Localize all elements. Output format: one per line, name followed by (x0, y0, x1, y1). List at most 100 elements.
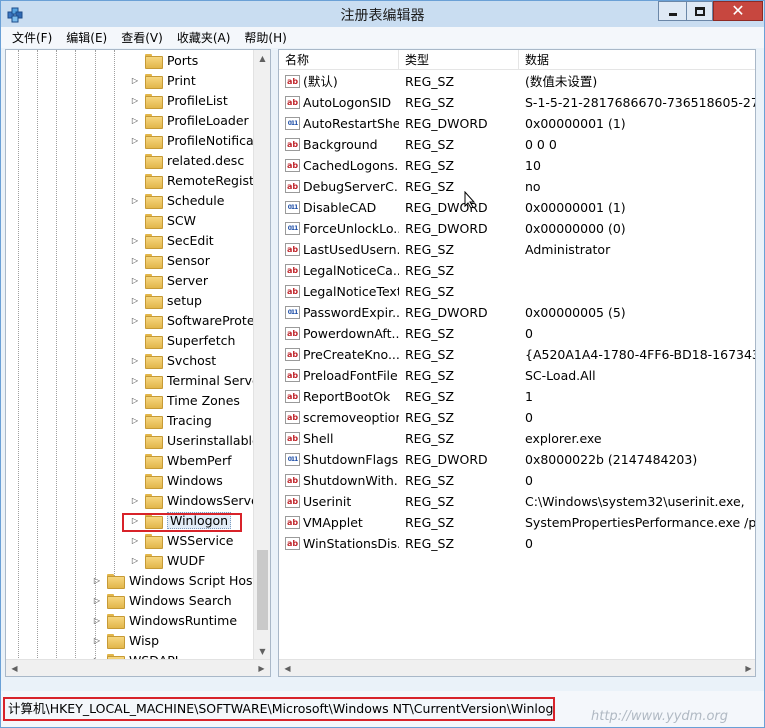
scroll-left-icon[interactable]: ◀ (6, 660, 23, 676)
tree-item[interactable]: ▷ WindowsServer (130, 490, 264, 510)
registry-tree[interactable]: ▷Ports▷Print▷ProfileList▷ProfileLoader▷P… (5, 49, 271, 677)
value-row[interactable]: ab Shell REG_SZ explorer.exe (279, 428, 755, 449)
menu-file[interactable]: 文件(F) (5, 29, 59, 46)
scroll-up-icon[interactable]: ▲ (254, 50, 270, 67)
expand-arrow-icon[interactable]: ▷ (130, 75, 140, 85)
tree-item[interactable]: ▷related.desc (130, 150, 244, 170)
value-row[interactable]: ab Background REG_SZ 0 0 0 (279, 134, 755, 155)
expand-arrow-icon[interactable]: ▷ (130, 275, 140, 285)
scroll-down-icon[interactable]: ▼ (254, 643, 270, 660)
close-button[interactable]: ✕ (713, 1, 763, 21)
tree-item[interactable]: ▷Windows (130, 470, 223, 490)
value-row[interactable]: ab ReportBootOk REG_SZ 1 (279, 386, 755, 407)
expand-arrow-icon[interactable]: ▷ (92, 595, 102, 605)
expand-arrow-icon[interactable]: ▷ (130, 235, 140, 245)
column-type[interactable]: 类型 (399, 50, 519, 70)
tree-item[interactable]: ▷ ProfileList (130, 90, 228, 110)
tree-item[interactable]: ▷ Terminal Server (130, 370, 265, 390)
maximize-button[interactable] (686, 1, 713, 21)
value-row[interactable]: ab scremoveoption REG_SZ 0 (279, 407, 755, 428)
minimize-button[interactable] (658, 1, 686, 21)
menu-edit[interactable]: 编辑(E) (59, 29, 114, 46)
expand-arrow-icon[interactable]: ▷ (130, 315, 140, 325)
tree-item[interactable]: ▷ WindowsRuntime (92, 610, 237, 630)
value-name-cell: 011 ForceUnlockLo... (285, 218, 399, 239)
tree-item[interactable]: ▷SCW (130, 210, 196, 230)
tree-scroll-thumb[interactable] (257, 550, 268, 630)
expand-arrow-icon[interactable]: ▷ (130, 355, 140, 365)
tree-item-label: WSService (167, 532, 234, 548)
expand-arrow-icon[interactable]: ▷ (92, 615, 102, 625)
value-row[interactable]: ab (默认) REG_SZ (数值未设置) (279, 71, 755, 92)
value-row[interactable]: ab PreloadFontFile REG_SZ SC-Load.All (279, 365, 755, 386)
tree-vertical-scrollbar[interactable]: ▲ ▼ (253, 50, 270, 660)
value-row[interactable]: ab DebugServerC... REG_SZ no (279, 176, 755, 197)
tree-horizontal-scrollbar[interactable]: ◀ ▶ (6, 659, 270, 676)
expand-arrow-icon[interactable]: ▷ (130, 495, 140, 505)
expand-arrow-icon[interactable]: ▷ (130, 255, 140, 265)
expand-arrow-icon[interactable]: ▷ (130, 555, 140, 565)
value-row[interactable]: ab VMApplet REG_SZ SystemPropertiesPerforma… (279, 512, 755, 533)
tree-item[interactable]: ▷ WUDF (130, 550, 205, 570)
tree-item[interactable]: ▷Superfetch (130, 330, 235, 350)
menu-help[interactable]: 帮助(H) (237, 29, 293, 46)
tree-item[interactable]: ▷ Svchost (130, 350, 216, 370)
expand-arrow-icon[interactable]: ▷ (130, 375, 140, 385)
value-row[interactable]: 011 ForceUnlockLo... REG_DWORD 0x00000000 (… (279, 218, 755, 239)
tree-item[interactable]: ▷ Tracing (130, 410, 212, 430)
menu-view[interactable]: 查看(V) (114, 29, 170, 46)
value-row[interactable]: ab ShutdownWith... REG_SZ 0 (279, 470, 755, 491)
expand-arrow-icon[interactable]: ▷ (130, 295, 140, 305)
list-horizontal-scrollbar[interactable]: ◀ ▶ (279, 659, 755, 676)
tree-item[interactable]: ▷Userinstallable. (130, 430, 264, 450)
scroll-right-icon[interactable]: ▶ (253, 660, 270, 676)
tree-item[interactable]: ▷ WSService (130, 530, 234, 550)
tree-item[interactable]: ▷ Server (130, 270, 208, 290)
value-row[interactable]: ab WinStationsDis... REG_SZ 0 (279, 533, 755, 554)
tree-item[interactable]: ▷ setup (130, 290, 202, 310)
expand-arrow-icon[interactable]: ▷ (130, 115, 140, 125)
value-row[interactable]: ab LegalNoticeCa... REG_SZ (279, 260, 755, 281)
scroll-right-icon[interactable]: ▶ (740, 660, 755, 676)
expand-arrow-icon[interactable]: ▷ (130, 395, 140, 405)
tree-item[interactable]: ▷ Time Zones (130, 390, 240, 410)
value-row[interactable]: 011 PasswordExpir... REG_DWORD 0x00000005 (… (279, 302, 755, 323)
scroll-left-icon[interactable]: ◀ (279, 660, 296, 676)
tree-item[interactable]: ▷ ProfileLoader (130, 110, 249, 130)
expand-arrow-icon[interactable]: ▷ (130, 95, 140, 105)
value-row[interactable]: ab LegalNoticeText REG_SZ (279, 281, 755, 302)
tree-item[interactable]: ▷ Print (130, 70, 196, 90)
tree-item[interactable]: ▷Ports (130, 50, 198, 70)
value-row[interactable]: ab PreCreateKno... REG_SZ {A520A1A4-1780-4F… (279, 344, 755, 365)
value-row[interactable]: ab LastUsedUsern... REG_SZ Administrator (279, 239, 755, 260)
tree-item[interactable]: ▷WbemPerf (130, 450, 231, 470)
expand-arrow-icon[interactable]: ▷ (130, 135, 140, 145)
value-row[interactable]: ab PowerdownAft... REG_SZ 0 (279, 323, 755, 344)
expand-arrow-icon[interactable]: ▷ (130, 535, 140, 545)
value-row[interactable]: 011 DisableCAD REG_DWORD 0x00000001 (1) (279, 197, 755, 218)
tree-item[interactable]: ▷ SecEdit (130, 230, 214, 250)
tree-item[interactable]: ▷ Windows Script Host (92, 570, 257, 590)
value-row[interactable]: ab CachedLogons... REG_SZ 10 (279, 155, 755, 176)
expand-arrow-icon[interactable]: ▷ (92, 635, 102, 645)
expand-arrow-icon[interactable]: ▷ (130, 195, 140, 205)
value-name-cell: ab ShutdownWith... (285, 470, 399, 491)
tree-item[interactable]: ▷ ProfileNotificati (130, 130, 262, 150)
menu-favorites[interactable]: 收藏夹(A) (170, 29, 238, 46)
expand-arrow-icon[interactable]: ▷ (92, 575, 102, 585)
tree-item[interactable]: ▷ Schedule (130, 190, 224, 210)
expand-arrow-icon[interactable]: ▷ (130, 415, 140, 425)
value-row[interactable]: 011 ShutdownFlags REG_DWORD 0x8000022b (214… (279, 449, 755, 470)
column-name[interactable]: 名称 (279, 50, 399, 70)
tree-item[interactable]: ▷RemoteRegistry (130, 170, 266, 190)
values-list[interactable]: 名称 类型 数据 ab (默认) REG_SZ (数值未设置) ab AutoLogonS… (278, 49, 756, 677)
column-data[interactable]: 数据 (519, 50, 755, 70)
tree-item[interactable]: ▷ Windows Search (92, 590, 232, 610)
value-row[interactable]: 011 AutoRestartShell REG_DWORD 0x00000001 (… (279, 113, 755, 134)
value-row[interactable]: ab Userinit REG_SZ C:\Windows\system32\user… (279, 491, 755, 512)
title-bar[interactable]: 注册表编辑器 ✕ (1, 1, 764, 27)
tree-item[interactable]: ▷ Sensor (130, 250, 210, 270)
tree-item[interactable]: ▷ Wisp (92, 630, 159, 650)
tree-item[interactable]: ▷ SoftwareProtect (130, 310, 266, 330)
value-row[interactable]: ab AutoLogonSID REG_SZ S-1-5-21-2817686670-… (279, 92, 755, 113)
